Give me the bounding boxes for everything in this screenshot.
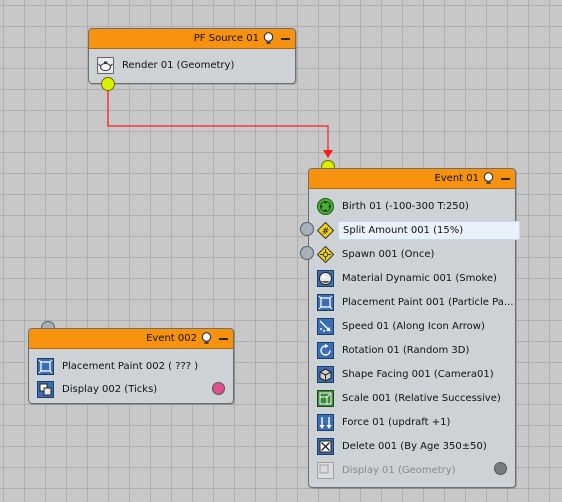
operator-row-placement-paint[interactable]: Placement Paint 001 (Particle Pa... <box>317 291 513 313</box>
operator-label: Spawn 001 (Once) <box>342 248 435 260</box>
operator-row-spawn[interactable]: Spawn 001 (Once) <box>317 243 434 265</box>
lightbulb-icon[interactable] <box>200 332 213 345</box>
lightbulb-icon[interactable] <box>482 172 495 185</box>
pf-source-title: PF Source 01 <box>193 33 259 44</box>
shape-facing-icon <box>317 365 334 383</box>
operator-label: Speed 01 (Along Icon Arrow) <box>342 320 485 332</box>
operator-row-rotation[interactable]: Rotation 01 (Random 3D) <box>317 339 469 361</box>
spawn-output-port[interactable] <box>300 246 314 260</box>
operator-label: Display 01 (Geometry) <box>342 464 456 476</box>
operator-label: Rotation 01 (Random 3D) <box>342 344 470 356</box>
minimize-icon[interactable] <box>501 178 510 180</box>
display-icon <box>37 380 54 398</box>
minimize-icon[interactable] <box>281 38 290 40</box>
operator-row-force[interactable]: Force 01 (updraft +1) <box>317 411 450 433</box>
render-teapot-icon <box>97 56 114 74</box>
operator-row-speed[interactable]: Speed 01 (Along Icon Arrow) <box>317 315 485 337</box>
lightbulb-icon[interactable] <box>262 32 275 45</box>
operator-label: Birth 01 (-100-300 T:250) <box>342 200 469 212</box>
pf-source-header[interactable]: PF Source 01 <box>89 29 295 49</box>
minimize-icon[interactable] <box>219 338 228 340</box>
event002-title: Event 002 <box>146 333 197 344</box>
display-color-swatch[interactable] <box>494 462 507 475</box>
material-sphere-icon <box>317 269 334 287</box>
operator-label: Shape Facing 001 (Camera01) <box>342 368 494 380</box>
output-port[interactable] <box>101 77 115 91</box>
pf-source-panel[interactable]: PF Source 01 Render 01 (Geometry) <box>88 28 296 84</box>
event01-title: Event 01 <box>434 173 479 184</box>
birth-icon <box>317 197 334 215</box>
scale-icon <box>317 389 334 407</box>
display-color-swatch[interactable] <box>212 382 225 395</box>
operator-row-split-amount[interactable]: # Split Amount 001 (15%) <box>317 219 521 241</box>
operator-row-display[interactable]: Display 002 (Ticks) <box>37 378 157 400</box>
operator-label: Placement Paint 001 (Particle Pa... <box>342 296 514 308</box>
spawn-output-port[interactable] <box>300 222 314 236</box>
operator-row[interactable]: Render 01 (Geometry) <box>97 54 234 76</box>
event002-panel[interactable]: Event 002 Placement Paint 002 ( ??? ) Di… <box>28 328 234 404</box>
operator-row-display[interactable]: Display 01 (Geometry) <box>317 459 456 481</box>
rotation-icon <box>317 341 334 359</box>
operator-label: Placement Paint 002 ( ??? ) <box>62 360 199 372</box>
split-amount-icon: # <box>317 221 334 239</box>
event01-header[interactable]: Event 01 <box>309 169 515 189</box>
display-icon <box>317 461 334 479</box>
svg-text:#: # <box>322 227 330 237</box>
operator-row-material-dynamic[interactable]: Material Dynamic 001 (Smoke) <box>317 267 497 289</box>
speed-icon <box>317 317 334 335</box>
operator-label: Material Dynamic 001 (Smoke) <box>342 272 497 284</box>
operator-row-scale[interactable]: Scale 001 (Relative Successive) <box>317 387 501 409</box>
spawn-icon <box>317 245 334 263</box>
placement-paint-icon <box>37 357 54 375</box>
operator-label: Scale 001 (Relative Successive) <box>342 392 501 404</box>
operator-row-birth[interactable]: Birth 01 (-100-300 T:250) <box>317 195 469 217</box>
event01-panel[interactable]: Event 01 Birth 01 (-100-300 T:250) # Spl… <box>308 168 521 488</box>
force-icon <box>317 413 334 431</box>
delete-icon <box>317 437 334 455</box>
operator-label: Display 002 (Ticks) <box>62 383 158 395</box>
operator-row-placement-paint[interactable]: Placement Paint 002 ( ??? ) <box>37 355 198 377</box>
operator-label: Render 01 (Geometry) <box>122 59 235 71</box>
operator-label: Delete 001 (By Age 350±50) <box>342 440 487 452</box>
operator-label: Force 01 (updraft +1) <box>342 416 451 428</box>
placement-paint-icon <box>317 293 334 311</box>
event002-header[interactable]: Event 002 <box>29 329 233 349</box>
operator-row-delete[interactable]: Delete 001 (By Age 350±50) <box>317 435 487 457</box>
operator-row-shape-facing[interactable]: Shape Facing 001 (Camera01) <box>317 363 494 385</box>
operator-label: Split Amount 001 (15%) <box>338 220 521 240</box>
